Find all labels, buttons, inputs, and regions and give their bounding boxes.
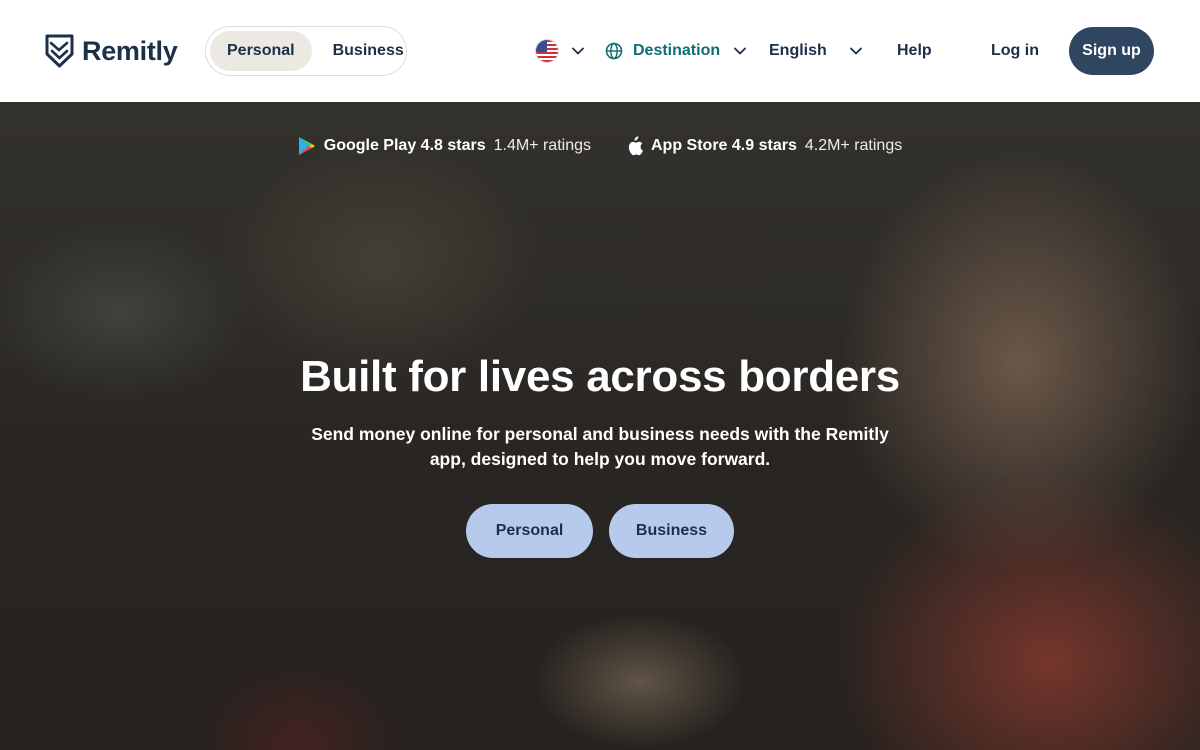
cta-personal-button[interactable]: Personal [466,504,593,558]
brand-name: Remitly [82,35,178,66]
hero-subtitle: Send money online for personal and busin… [311,424,889,469]
language-selector[interactable]: English [769,36,863,66]
app-store-score: 4.9 stars [731,137,797,154]
chevron-down-icon [734,47,747,55]
segment-business-button[interactable]: Business [316,31,421,71]
help-link[interactable]: Help [897,36,932,66]
app-ratings: Google Play 4.8 stars 1.4M+ ratings App … [0,136,1200,156]
cta-business-button[interactable]: Business [609,504,734,558]
signup-button[interactable]: Sign up [1069,27,1154,75]
app-store-count: 4.2M+ ratings [804,137,903,154]
app-store-rating[interactable]: App Store 4.9 stars 4.2M+ ratings [625,136,902,156]
chevron-down-icon [849,47,862,55]
chevron-down-icon [572,47,584,55]
us-flag-icon [535,39,559,63]
segment-personal-button[interactable]: Personal [210,31,312,71]
google-play-count: 1.4M+ ratings [493,137,591,154]
google-play-icon [298,137,315,155]
login-link[interactable]: Log in [991,36,1039,66]
google-play-store-name: Google Play [323,137,417,154]
destination-label: Destination [633,42,721,59]
language-label: English [769,42,827,59]
destination-selector[interactable]: Destination [605,36,747,66]
remitly-logo[interactable]: Remitly [45,34,178,68]
google-play-score: 4.8 stars [420,137,486,154]
site-header: Remitly Personal Business Destination En… [0,0,1200,102]
apple-icon [628,136,643,156]
app-store-name: App Store [651,137,728,154]
country-selector[interactable] [535,36,585,66]
google-play-rating[interactable]: Google Play 4.8 stars 1.4M+ ratings [298,136,591,156]
globe-icon [605,42,623,60]
remitly-shield-icon [45,34,74,68]
hero-section: Google Play 4.8 stars 1.4M+ ratings App … [0,102,1200,750]
segment-switch: Personal Business [205,26,407,76]
hero-title: Built for lives across borders [300,352,900,401]
